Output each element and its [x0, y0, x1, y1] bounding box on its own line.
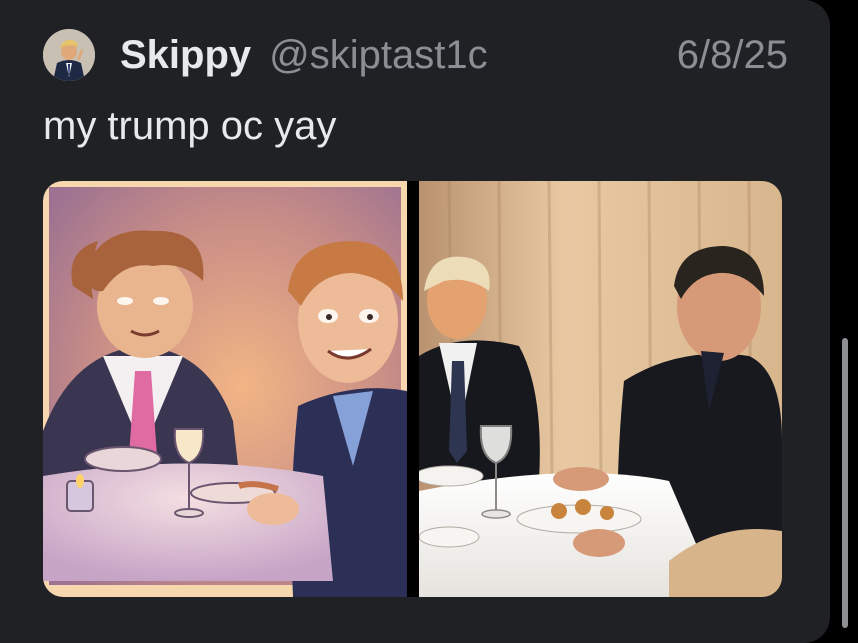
author-handle[interactable]: @skiptast1c — [269, 33, 487, 78]
scrollbar[interactable] — [842, 338, 848, 628]
avatar-image — [43, 29, 95, 81]
tweet-date[interactable]: 6/8/25 — [677, 33, 788, 78]
tweet-card[interactable]: Skippy @skiptast1c 6/8/25 my trump oc ya… — [0, 0, 830, 643]
avatar[interactable] — [43, 29, 95, 81]
dinner-photo-image[interactable] — [419, 181, 782, 597]
tweet-media[interactable] — [43, 181, 782, 597]
tweet-text: my trump oc yay — [43, 104, 337, 148]
tweet-header: Skippy @skiptast1c 6/8/25 — [43, 26, 788, 84]
author-name[interactable]: Skippy — [120, 33, 251, 78]
cartoon-illustration-image[interactable] — [43, 181, 407, 597]
